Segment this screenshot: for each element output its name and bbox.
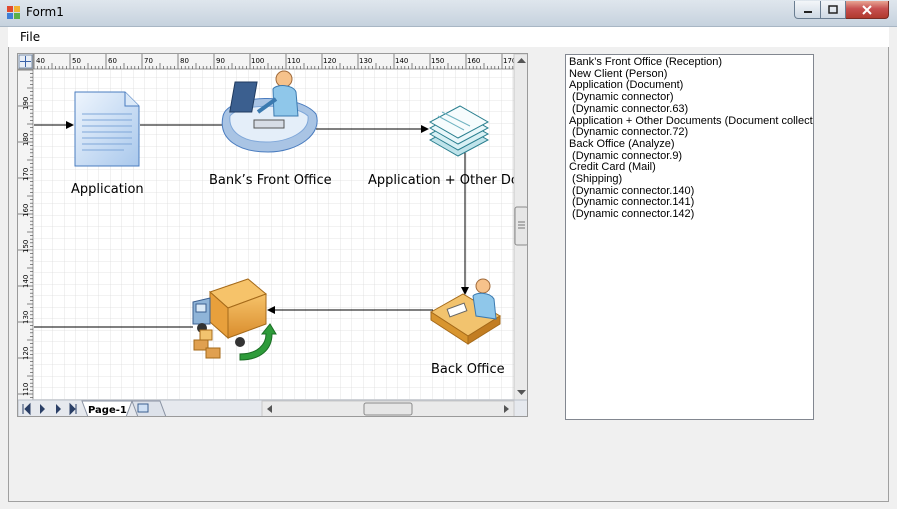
event-log-list[interactable]: Bank’s Front Office (Reception) New Clie…	[565, 54, 814, 420]
ruler-label: 130	[359, 57, 372, 65]
close-button[interactable]	[846, 1, 889, 19]
main-window: Form1 File 40 50 60 70 80 90 100 110 120…	[0, 0, 897, 509]
maximize-button[interactable]	[821, 1, 846, 19]
page-tab-label: Page-1	[88, 405, 127, 416]
ruler-label: 120	[323, 57, 336, 65]
minimize-icon	[803, 10, 812, 13]
ruler-label: 160	[22, 204, 30, 217]
ruler-origin-icon[interactable]	[18, 54, 33, 69]
ruler-label: 110	[22, 383, 30, 396]
visio-drawing-control[interactable]: 40 50 60 70 80 90 100 110 120 130 140 15…	[17, 53, 528, 417]
ruler-label: 160	[467, 57, 480, 65]
drawing-surface[interactable]: 40 50 60 70 80 90 100 110 120 130 140 15…	[18, 54, 528, 417]
ruler-label: 110	[287, 57, 300, 65]
back-office-label: Back Office	[431, 362, 505, 377]
window-title: Form1	[26, 5, 64, 19]
close-icon	[862, 4, 872, 15]
title-bar[interactable]: Form1	[0, 0, 897, 27]
caption-buttons	[794, 1, 889, 19]
scroll-thumb	[514, 206, 527, 246]
ruler-label: 60	[108, 57, 117, 65]
ruler-label: 40	[36, 57, 45, 65]
ruler-label: 120	[22, 347, 30, 360]
ruler-label: 100	[251, 57, 264, 65]
ruler-label: 140	[395, 57, 408, 65]
ruler-label: 180	[22, 133, 30, 146]
ruler-label: 150	[431, 57, 444, 65]
ruler-label: 190	[22, 97, 30, 110]
vertical-scrollbar[interactable]	[513, 54, 528, 401]
event-log-item[interactable]: Bank’s Front Office (Reception)	[569, 56, 810, 69]
ruler-label: 80	[180, 57, 189, 65]
ruler-label: 140	[22, 275, 30, 288]
ruler-label: 90	[216, 57, 225, 65]
event-log-item[interactable]: (Dynamic connector.142)	[569, 208, 810, 221]
application-label: Application	[71, 182, 144, 197]
application-document-shape[interactable]	[74, 91, 140, 167]
event-log-item[interactable]: (Shipping)	[569, 173, 810, 186]
page-tab-bar: Page-1	[18, 399, 527, 417]
menu-bar: File	[8, 27, 889, 47]
h-scroll-thumb	[363, 402, 413, 416]
minimize-button[interactable]	[794, 1, 821, 19]
ruler-label: 150	[22, 240, 30, 253]
documents-label: Application + Other Doc	[368, 173, 526, 188]
ruler-label: 170	[22, 168, 30, 181]
maximize-icon	[828, 5, 838, 14]
insert-page-tab[interactable]	[131, 400, 167, 417]
ruler-label: 70	[144, 57, 153, 65]
event-log-item[interactable]: (Dynamic connector.63)	[569, 103, 810, 116]
event-log-item[interactable]: Back Office (Analyze)	[569, 138, 810, 151]
app-icon	[7, 6, 20, 19]
insert-page-icon	[137, 403, 149, 413]
front-office-label: Bank’s Front Office	[209, 173, 332, 188]
ruler-label: 50	[72, 57, 81, 65]
ruler-label: 130	[22, 311, 30, 324]
menu-file[interactable]: File	[20, 30, 40, 44]
